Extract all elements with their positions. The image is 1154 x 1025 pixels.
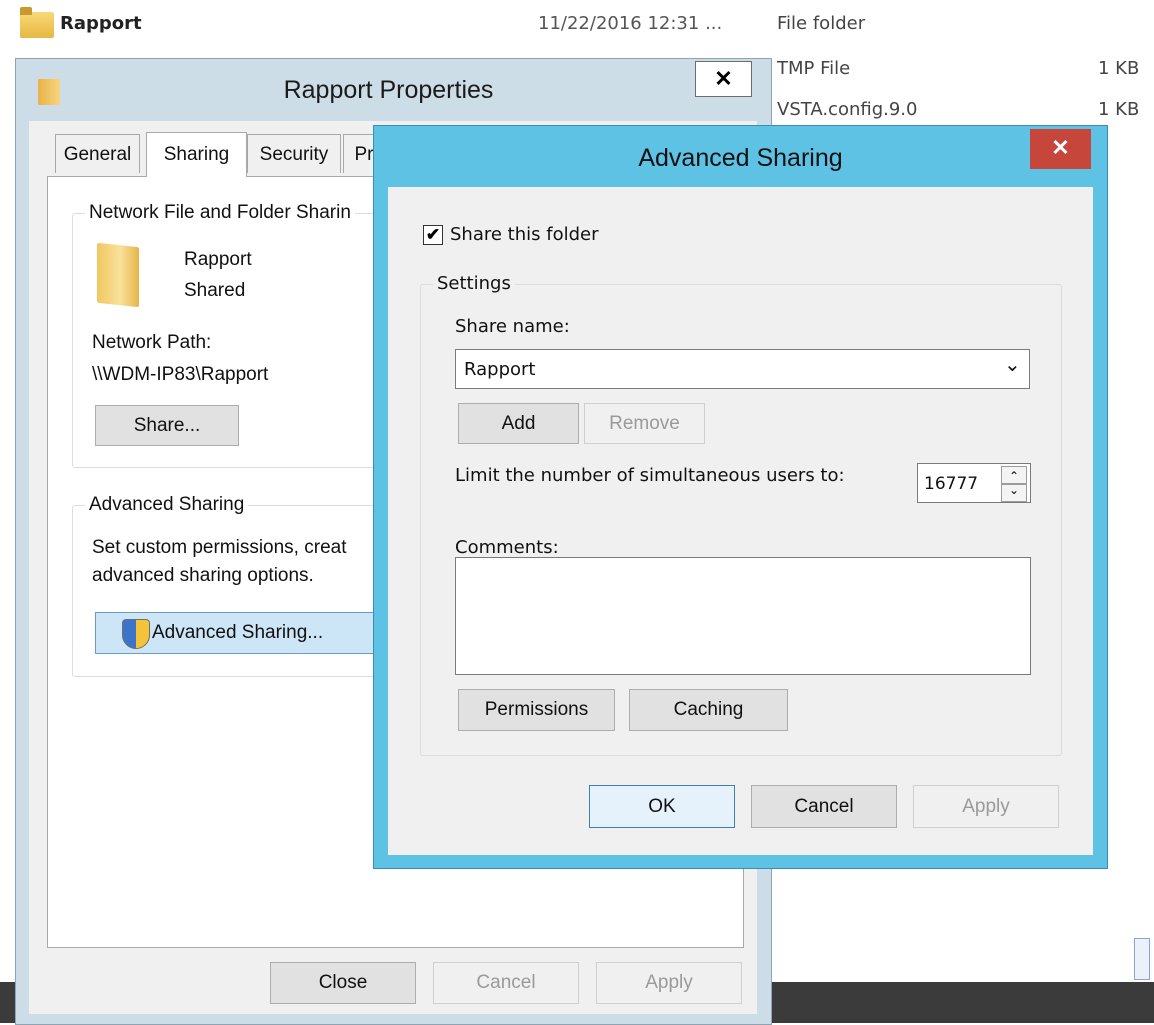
file-name-rapport[interactable]: Rapport bbox=[60, 13, 142, 34]
tab-general[interactable]: General bbox=[55, 134, 140, 173]
permissions-button[interactable]: Permissions bbox=[458, 689, 615, 731]
file-type: File folder bbox=[777, 13, 866, 34]
advanced-sharing-button-label: Advanced Sharing... bbox=[152, 622, 324, 643]
chevron-down-icon: ⌄ bbox=[1008, 483, 1020, 497]
remove-button[interactable]: Remove bbox=[584, 403, 705, 444]
advanced-sharing-description: advanced sharing options. bbox=[92, 565, 314, 586]
folder-share-state: Shared bbox=[184, 280, 246, 301]
apply-button[interactable]: Apply bbox=[913, 785, 1059, 828]
settings-group-label: Settings bbox=[433, 273, 515, 294]
share-folder-checkbox[interactable]: ✔ bbox=[423, 225, 443, 245]
cancel-button[interactable]: Cancel bbox=[751, 785, 897, 828]
properties-title: Rapport Properties bbox=[283, 76, 494, 104]
cancel-button[interactable]: Cancel bbox=[433, 962, 579, 1004]
caching-button[interactable]: Caching bbox=[629, 689, 788, 731]
close-icon[interactable]: ✕ bbox=[695, 61, 752, 97]
file-size: 1 KB bbox=[1098, 58, 1140, 79]
share-name-dropdown[interactable]: Rapport ⌄ bbox=[455, 349, 1030, 389]
advanced-sharing-group-label: Advanced Sharing bbox=[85, 494, 249, 516]
folder-icon bbox=[20, 7, 54, 38]
folder-icon bbox=[97, 242, 139, 308]
close-button[interactable]: Close bbox=[270, 962, 416, 1004]
user-limit-spinner[interactable]: 16777 ⌃ ⌄ bbox=[917, 463, 1031, 503]
apply-button[interactable]: Apply bbox=[596, 962, 742, 1004]
close-icon[interactable]: ✕ bbox=[1030, 129, 1091, 169]
comments-label: Comments: bbox=[455, 537, 559, 558]
file-date: 11/22/2016 12:31 ... bbox=[538, 13, 723, 34]
network-path-label: Network Path: bbox=[92, 332, 212, 353]
spin-down-button[interactable]: ⌄ bbox=[1001, 484, 1027, 502]
tab-sharing[interactable]: Sharing bbox=[146, 132, 247, 177]
share-name-label: Share name: bbox=[455, 316, 570, 337]
share-button[interactable]: Share... bbox=[95, 405, 239, 446]
share-folder-label[interactable]: Share this folder bbox=[450, 224, 598, 245]
comments-textarea[interactable] bbox=[455, 557, 1031, 675]
chevron-down-icon[interactable]: ⌄ bbox=[1004, 352, 1021, 376]
advanced-sharing-description: Set custom permissions, creat bbox=[92, 537, 347, 558]
network-path-value: \\WDM-IP83\Rapport bbox=[92, 364, 269, 385]
file-type: TMP File bbox=[777, 58, 851, 79]
scrollbar-thumb[interactable] bbox=[1134, 938, 1150, 980]
advanced-sharing-title: Advanced Sharing bbox=[638, 144, 843, 172]
spin-up-button[interactable]: ⌃ bbox=[1001, 466, 1027, 484]
file-size: 1 KB bbox=[1098, 99, 1140, 120]
file-type: VSTA.config.9.0 bbox=[777, 99, 918, 120]
user-limit-label: Limit the number of simultaneous users t… bbox=[455, 465, 845, 486]
folder-name: Rapport bbox=[184, 249, 252, 270]
share-name-value: Rapport bbox=[464, 359, 536, 380]
tab-security[interactable]: Security bbox=[247, 134, 341, 173]
user-limit-value: 16777 bbox=[924, 474, 979, 494]
network-sharing-group-label: Network File and Folder Sharin bbox=[85, 202, 355, 224]
chevron-up-icon: ⌃ bbox=[1008, 469, 1020, 483]
uac-shield-icon bbox=[122, 619, 150, 649]
ok-button[interactable]: OK bbox=[589, 785, 735, 828]
add-button[interactable]: Add bbox=[458, 403, 579, 444]
